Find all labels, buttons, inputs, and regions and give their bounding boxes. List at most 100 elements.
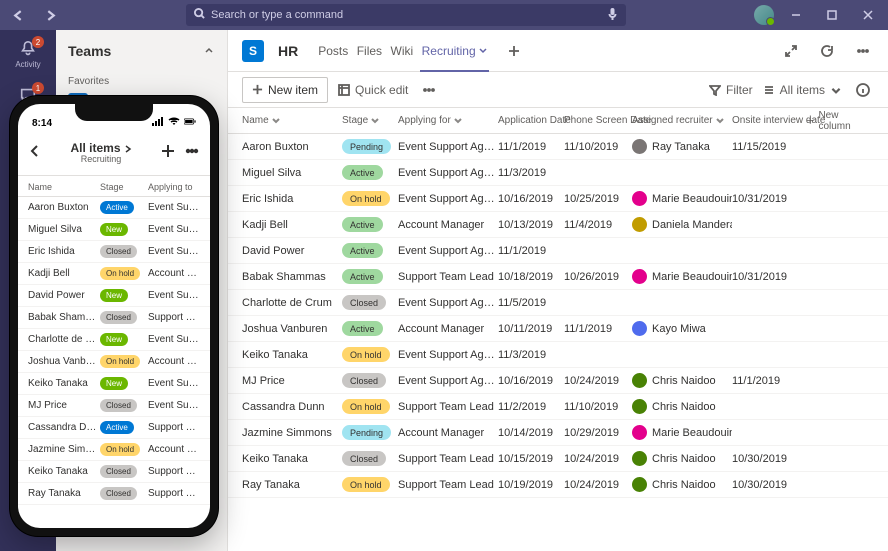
phone-more-button[interactable] [184, 143, 200, 164]
status-badge: Closed [100, 399, 137, 412]
phone-col-applying[interactable]: Applying to [148, 182, 200, 192]
cell-applying: Event Support Agent [398, 141, 498, 153]
cell-screen-date: 11/10/2019 [564, 401, 632, 413]
search-input[interactable]: Search or type a command [186, 4, 626, 26]
phone-list-row[interactable]: David PowerNewEvent Support A [18, 285, 210, 307]
status-badge: On hold [100, 355, 140, 368]
phone-list-row[interactable]: Jazmine SimmonsOn holdAccount Manag [18, 439, 210, 461]
cell-name: MJ Price [242, 375, 342, 387]
avatar [632, 269, 647, 284]
table-row[interactable]: Charlotte de CrumClosedEvent Support Age… [228, 290, 888, 316]
phone-cell-applying: Support Team L [148, 488, 200, 499]
recruiter-name: Ray Tanaka [652, 141, 710, 153]
phone-list-row[interactable]: Joshua VanburenOn holdAccount Manag [18, 351, 210, 373]
phone-list-row[interactable]: Charlotte de CrumNewEvent Support A [18, 329, 210, 351]
phone-list-row[interactable]: Eric IshidaClosedEvent Support A [18, 241, 210, 263]
table-row[interactable]: Miguel SilvaActiveEvent Support Agent11/… [228, 160, 888, 186]
rail-activity[interactable]: 2 Activity [0, 32, 56, 76]
col-onsite[interactable]: Onsite interview date [732, 115, 806, 126]
new-item-button[interactable]: New item [242, 77, 328, 103]
phone-list-row[interactable]: MJ PriceClosedEvent Support A [18, 395, 210, 417]
cell-screen-date: 10/24/2019 [564, 375, 632, 387]
phone-cell-applying: Event Support A [148, 334, 200, 345]
cell-name: Miguel Silva [242, 167, 342, 179]
cell-applying: Event Support Agent [398, 245, 498, 257]
table-row[interactable]: Babak ShammasActiveSupport Team Lead10/1… [228, 264, 888, 290]
phone-list-row[interactable]: Keiko TanakaNewEvent Support A [18, 373, 210, 395]
new-column-button[interactable]: New column [806, 110, 870, 132]
phone-list-row[interactable]: Keiko TanakaClosedSupport Team L [18, 461, 210, 483]
nav-forward-button[interactable] [38, 3, 62, 27]
phone-list-row[interactable]: Aaron BuxtonActiveEvent Support A [18, 197, 210, 219]
add-tab-button[interactable] [503, 40, 525, 62]
col-app-date[interactable]: Application Date [498, 115, 564, 126]
col-name[interactable]: Name [242, 115, 342, 126]
phone-cell-applying: Support Team L [148, 312, 200, 323]
cmd-more-icon[interactable] [418, 79, 440, 101]
window-minimize-button[interactable] [782, 1, 810, 29]
status-badge: On hold [100, 267, 140, 280]
nav-back-button[interactable] [6, 3, 30, 27]
window-maximize-button[interactable] [818, 1, 846, 29]
status-badge: Active [342, 321, 383, 336]
recruiter-name: Marie Beaudouin [652, 427, 732, 439]
cell-app-date: 10/16/2019 [498, 193, 564, 205]
status-badge: Closed [342, 295, 386, 310]
phone-back-button[interactable] [28, 144, 42, 163]
table-row[interactable]: David PowerActiveEvent Support Agent11/1… [228, 238, 888, 264]
cell-name: Ray Tanaka [242, 479, 342, 491]
status-badge: On hold [100, 443, 140, 456]
cell-applying: Account Manager [398, 323, 498, 335]
table-row[interactable]: Jazmine SimmonsPendingAccount Manager10/… [228, 420, 888, 446]
phone-cell-applying: Event Support A [148, 202, 200, 213]
cell-app-date: 11/2/2019 [498, 401, 564, 413]
profile-avatar[interactable] [754, 5, 774, 25]
mic-icon[interactable] [607, 7, 618, 24]
table-row[interactable]: Kadji BellActiveAccount Manager10/13/201… [228, 212, 888, 238]
cell-screen-date: 10/25/2019 [564, 193, 632, 205]
phone-list-row[interactable]: Cassandra DunnActiveSupport Team L [18, 417, 210, 439]
phone-cell-name: Aaron Buxton [28, 202, 100, 213]
col-stage[interactable]: Stage [342, 115, 398, 126]
expand-icon[interactable] [203, 43, 215, 59]
expand-tab-icon[interactable] [780, 40, 802, 62]
table-row[interactable]: Eric IshidaOn holdEvent Support Agent10/… [228, 186, 888, 212]
phone-col-stage[interactable]: Stage [100, 182, 148, 192]
tab-recruiting[interactable]: Recruiting [420, 32, 489, 72]
info-icon[interactable] [852, 79, 874, 101]
reload-icon[interactable] [816, 40, 838, 62]
table-row[interactable]: Aaron BuxtonPendingEvent Support Agent11… [228, 134, 888, 160]
more-icon[interactable] [852, 40, 874, 62]
col-recruiter[interactable]: Assigned recruiter [632, 115, 732, 126]
phone-cell-name: David Power [28, 290, 100, 301]
cell-app-date: 10/11/2019 [498, 323, 564, 335]
view-switch-button[interactable]: All items [763, 83, 842, 97]
filter-button[interactable]: Filter [709, 83, 753, 97]
table-row[interactable]: Keiko TanakaClosedSupport Team Lead10/15… [228, 446, 888, 472]
table-row[interactable]: Cassandra DunnOn holdSupport Team Lead11… [228, 394, 888, 420]
table-row[interactable]: Joshua VanburenActiveAccount Manager10/1… [228, 316, 888, 342]
col-applying[interactable]: Applying for [398, 115, 498, 126]
status-badge: Closed [100, 311, 137, 324]
col-screen[interactable]: Phone Screen Date [564, 115, 632, 126]
phone-list-row[interactable]: Ray TanakaClosedSupport Team L [18, 483, 210, 505]
cell-app-date: 10/18/2019 [498, 271, 564, 283]
table-row[interactable]: Ray TanakaOn holdSupport Team Lead10/19/… [228, 472, 888, 498]
table-row[interactable]: MJ PriceClosedEvent Support Agent10/16/2… [228, 368, 888, 394]
tab-wiki[interactable]: Wiki [389, 32, 416, 72]
cell-applying: Support Team Lead [398, 453, 498, 465]
window-close-button[interactable] [854, 1, 882, 29]
table-row[interactable]: Keiko TanakaOn holdEvent Support Agent11… [228, 342, 888, 368]
phone-list-row[interactable]: Miguel SilvaNewEvent Support A [18, 219, 210, 241]
phone-list-row[interactable]: Kadji BellOn holdAccount Manag [18, 263, 210, 285]
cell-screen-date: 10/29/2019 [564, 427, 632, 439]
status-badge: Closed [100, 245, 137, 258]
quick-edit-button[interactable]: Quick edit [338, 83, 408, 97]
tab-posts[interactable]: Posts [316, 32, 350, 72]
phone-cell-name: Charlotte de Crum [28, 334, 100, 345]
phone-col-name[interactable]: Name [28, 182, 100, 192]
phone-add-button[interactable] [160, 143, 176, 164]
grid-header: Name Stage Applying for Application Date… [228, 108, 888, 134]
tab-files[interactable]: Files [355, 32, 384, 72]
phone-list-row[interactable]: Babak ShammasClosedSupport Team L [18, 307, 210, 329]
